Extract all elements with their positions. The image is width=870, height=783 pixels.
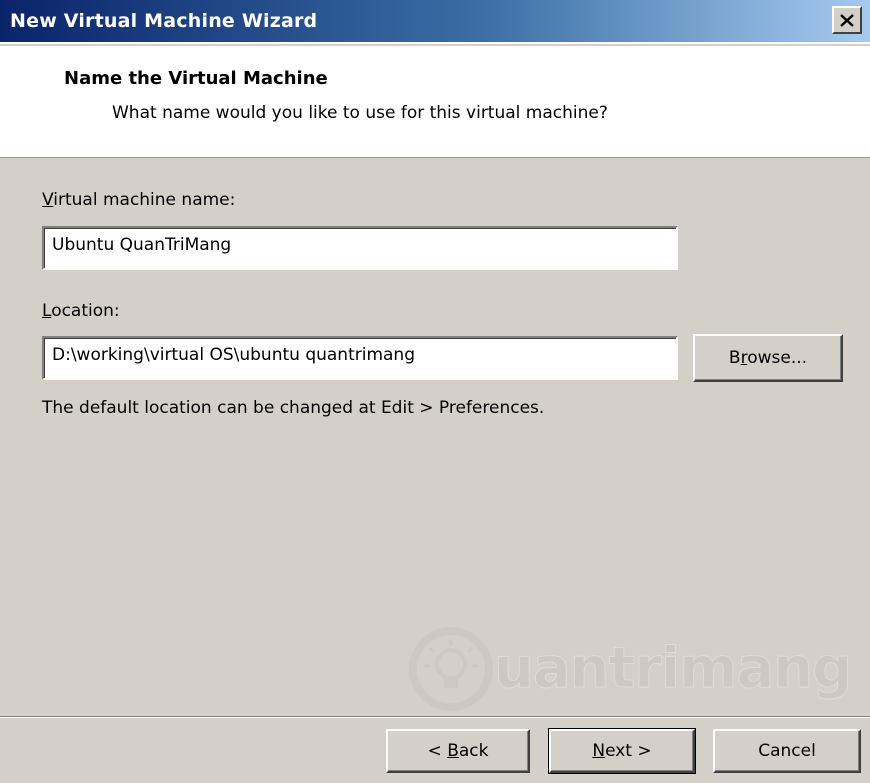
location-value: D:\working\virtual OS\ubuntu quantrimang [52, 345, 415, 365]
location-input[interactable]: D:\working\virtual OS\ubuntu quantrimang [42, 336, 678, 380]
watermark-logo: uantrimang [408, 622, 853, 712]
location-label: Location: [42, 301, 120, 321]
browse-button[interactable]: Browse... [693, 334, 843, 382]
vm-name-value: Ubuntu QuanTriMang [52, 235, 232, 255]
vm-name-input[interactable]: Ubuntu QuanTriMang [42, 226, 678, 270]
cancel-label: Cancel [758, 741, 816, 761]
wizard-header: Name the Virtual Machine What name would… [0, 46, 870, 158]
next-button[interactable]: Next > [548, 728, 696, 774]
back-label: < Back [427, 741, 489, 761]
title-bar[interactable]: New Virtual Machine Wizard [0, 0, 870, 44]
wizard-window: New Virtual Machine Wizard Name the Virt… [0, 0, 870, 783]
cancel-button[interactable]: Cancel [713, 729, 861, 773]
page-subtitle: What name would you like to use for this… [112, 103, 608, 123]
location-hint: The default location can be changed at E… [42, 398, 545, 418]
footer-divider-highlight [0, 717, 870, 718]
back-button[interactable]: < Back [386, 729, 530, 773]
watermark-text: uantrimang [493, 636, 852, 702]
page-title: Name the Virtual Machine [64, 68, 328, 89]
browse-label: Browse... [728, 348, 808, 368]
vm-name-label: Virtual machine name: [42, 190, 236, 210]
window-title: New Virtual Machine Wizard [10, 10, 318, 32]
close-button[interactable] [832, 6, 862, 34]
lightbulb-icon [409, 627, 493, 711]
close-icon [840, 13, 854, 27]
next-label: Next > [592, 741, 652, 761]
